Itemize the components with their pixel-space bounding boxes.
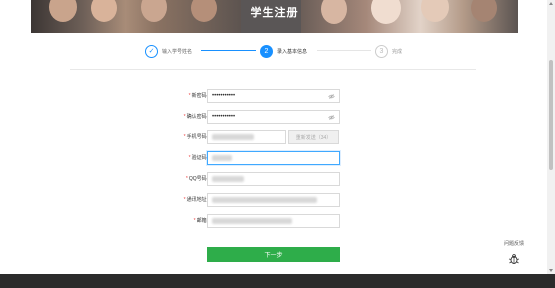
divider <box>70 69 476 70</box>
feedback-label: 问题反馈 <box>503 241 524 247</box>
email-label: *邮箱: <box>193 218 208 224</box>
check-icon: ✓ <box>145 44 158 58</box>
step-3-label: 完成 <box>392 48 403 55</box>
phone-label: *手机号码: <box>183 134 208 140</box>
address-value-redacted <box>212 197 317 203</box>
address-row: *通讯地址: <box>160 193 350 207</box>
new-password-row: *新密码: ••••••••••• <box>160 89 350 103</box>
qq-row: *QQ号码: <box>160 172 350 186</box>
step-1: ✓ 输入学号姓名 <box>145 44 192 58</box>
scrollbar-thumb[interactable] <box>549 60 553 170</box>
next-step-button[interactable]: 下一步 <box>207 247 340 262</box>
step-2: 2 录入基本信息 <box>260 44 307 58</box>
eye-off-icon[interactable] <box>328 114 335 121</box>
email-field[interactable] <box>207 214 340 228</box>
code-value-redacted <box>212 155 232 161</box>
confirm-password-row: *确认密码: ••••••••••• <box>160 110 350 124</box>
banner: 学生注册 <box>31 0 518 33</box>
new-password-field[interactable]: ••••••••••• <box>207 89 340 103</box>
footer <box>0 274 555 288</box>
email-row: *邮箱: <box>160 214 350 228</box>
bug-icon[interactable] <box>508 253 520 265</box>
step-connector <box>317 50 371 51</box>
scroll-down-icon[interactable] <box>549 269 553 272</box>
step-3: 3 完成 <box>375 44 402 58</box>
qq-field[interactable] <box>207 172 340 186</box>
step-1-label: 输入学号姓名 <box>162 48 193 55</box>
scroll-up-icon[interactable] <box>549 2 553 5</box>
confirm-password-label: *确认密码: <box>183 114 208 120</box>
phone-row: *手机号码: 重新发送（34） <box>160 130 350 144</box>
resend-code-button[interactable]: 重新发送（34） <box>288 130 339 144</box>
verify-code-field[interactable] <box>207 151 340 165</box>
step-connector <box>201 50 256 51</box>
step-2-label: 录入基本信息 <box>277 48 308 55</box>
step-2-number: 2 <box>260 44 273 58</box>
new-password-label: *新密码: <box>188 93 208 99</box>
page-scrollbar[interactable] <box>547 0 555 274</box>
verify-code-label: *验证码: <box>188 155 208 161</box>
phone-value-redacted <box>212 134 254 140</box>
confirm-password-field[interactable]: ••••••••••• <box>207 110 340 124</box>
qq-label: *QQ号码: <box>185 176 208 182</box>
page-title: 学生注册 <box>250 7 299 19</box>
phone-field[interactable] <box>207 130 286 144</box>
step-3-number: 3 <box>375 44 388 58</box>
email-value-redacted <box>212 218 292 224</box>
verify-code-row: *验证码: <box>160 151 350 165</box>
address-field[interactable] <box>207 193 340 207</box>
feedback-widget[interactable]: 问题反馈 <box>500 240 528 272</box>
address-label: *通讯地址: <box>183 197 208 203</box>
qq-value-redacted <box>212 176 244 182</box>
progress-steps: ✓ 输入学号姓名 2 录入基本信息 3 完成 <box>145 44 415 60</box>
eye-off-icon[interactable] <box>328 93 335 100</box>
